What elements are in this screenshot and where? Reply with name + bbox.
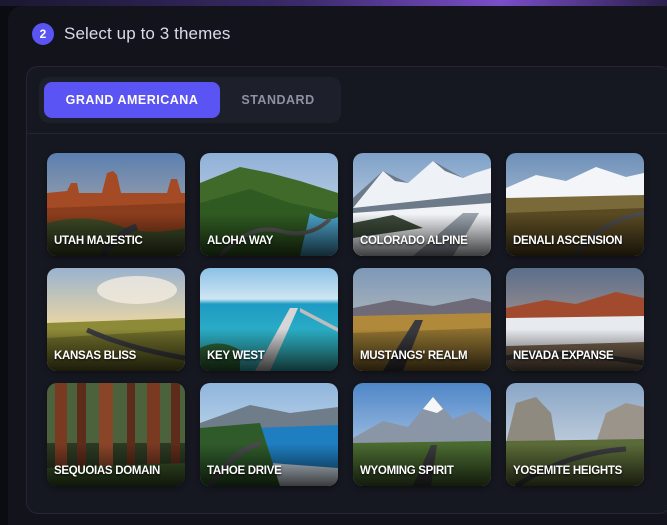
theme-grid: UTAH MAJESTIC ALOHA WAY COLORADO ALPINE …	[47, 153, 644, 486]
theme-label: WYOMING SPIRIT	[360, 465, 454, 477]
tab-grand-americana[interactable]: GRAND AMERICANA	[44, 82, 220, 118]
theme-card-wyoming-spirit[interactable]: WYOMING SPIRIT	[353, 383, 491, 486]
theme-label: SEQUOIAS DOMAIN	[54, 465, 161, 477]
step-header: 2 Select up to 3 themes	[32, 22, 231, 46]
theme-label: DENALI ASCENSION	[513, 235, 623, 247]
theme-card-tahoe-drive[interactable]: TAHOE DRIVE	[200, 383, 338, 486]
theme-card-key-west[interactable]: KEY WEST	[200, 268, 338, 371]
theme-card-denali-ascension[interactable]: DENALI ASCENSION	[506, 153, 644, 256]
theme-category-tabs: GRAND AMERICANA STANDARD	[39, 77, 341, 123]
theme-label: KEY WEST	[207, 350, 265, 362]
theme-card-yosemite-heights[interactable]: YOSEMITE HEIGHTS	[506, 383, 644, 486]
theme-card-kansas-bliss[interactable]: KANSAS BLISS	[47, 268, 185, 371]
themes-panel: GRAND AMERICANA STANDARD UTAH MAJESTIC A…	[26, 66, 667, 514]
step-number-badge: 2	[32, 23, 54, 45]
theme-card-colorado-alpine[interactable]: COLORADO ALPINE	[353, 153, 491, 256]
theme-card-sequoias-domain[interactable]: SEQUOIAS DOMAIN	[47, 383, 185, 486]
theme-label: COLORADO ALPINE	[360, 235, 468, 247]
theme-card-nevada-expanse[interactable]: NEVADA EXPANSE	[506, 268, 644, 371]
theme-label: MUSTANGS' REALM	[360, 350, 468, 362]
theme-card-aloha-way[interactable]: ALOHA WAY	[200, 153, 338, 256]
theme-label: TAHOE DRIVE	[207, 465, 282, 477]
theme-label: ALOHA WAY	[207, 235, 274, 247]
theme-label: KANSAS BLISS	[54, 350, 137, 362]
step-title: Select up to 3 themes	[64, 24, 231, 43]
theme-label: UTAH MAJESTIC	[54, 235, 143, 247]
theme-card-mustangs-realm[interactable]: MUSTANGS' REALM	[353, 268, 491, 371]
theme-label: NEVADA EXPANSE	[513, 350, 614, 362]
tab-standard[interactable]: STANDARD	[220, 82, 336, 118]
panel-divider	[27, 133, 667, 134]
theme-card-utah-majestic[interactable]: UTAH MAJESTIC	[47, 153, 185, 256]
theme-label: YOSEMITE HEIGHTS	[513, 465, 622, 477]
